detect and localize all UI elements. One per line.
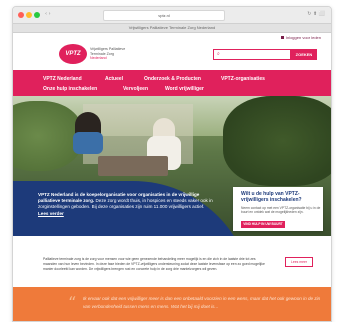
help-card-title: Wilt u de hulp van VPTZ-vrijwilligers in… <box>241 191 302 203</box>
help-card-body: Neem contact op met een VPTZ-organisatie… <box>241 206 321 215</box>
quote-section: “ Ik ervaar ook dat een vrijwilliger mee… <box>13 287 331 321</box>
quote-mark-icon: “ <box>68 293 77 312</box>
read-more-button[interactable]: Lees meer <box>285 257 313 267</box>
hero-read-more-link[interactable]: Lees verder <box>38 211 64 216</box>
find-help-button[interactable]: VIND HULP IN UW BUURT <box>241 221 285 228</box>
login-label: Inloggen voor leden <box>285 35 321 40</box>
nav-onze-hulp[interactable]: Onze hulp inschakelen <box>43 86 97 92</box>
logo-line-1: Vrijwilligers Palliatieve <box>90 47 126 51</box>
vptz-logo[interactable]: VPTZ <box>59 44 87 64</box>
lock-icon <box>280 36 284 40</box>
logo-line-3: Nederland <box>90 56 107 61</box>
login-link[interactable]: Inloggen voor leden <box>280 35 321 40</box>
main-nav: VPTZ Nederland Actueel Onderzoek & Produ… <box>13 70 331 96</box>
search-button[interactable]: ZOEKEN <box>291 49 317 60</box>
search-icon: ⌕ <box>217 51 220 57</box>
logo-text: Vrijwilligers Palliatieve Terminale Zorg… <box>90 47 125 61</box>
info-section: Palliatieve terminale zorg is de zorg vo… <box>13 239 331 287</box>
zoom-window-button[interactable] <box>34 12 40 18</box>
address-bar[interactable]: vptz.nl <box>103 10 225 21</box>
browser-titlebar: ‹ › vptz.nl ↻ ⬆ ⬜ <box>13 7 331 24</box>
search-input[interactable]: ⌕ <box>213 49 291 60</box>
nav-onderzoek-producten[interactable]: Onderzoek & Producten <box>144 76 201 82</box>
nav-vervoljeen[interactable]: Vervoljeen <box>123 86 148 92</box>
nav-vptz-nederland[interactable]: VPTZ Nederland <box>43 76 82 82</box>
hero-table <box>98 156 168 176</box>
back-forward-icon[interactable]: ‹ › <box>45 11 51 17</box>
hero-volunteer-shirt <box>73 132 103 154</box>
nav-word-vrijwilliger[interactable]: Word vrijwilliger <box>165 86 204 92</box>
toolbar-icons[interactable]: ↻ ⬆ ⬜ <box>307 11 325 17</box>
browser-window: ‹ › vptz.nl ↻ ⬆ ⬜ Vrijwilligers Palliati… <box>12 6 332 322</box>
site-header: VPTZ Vrijwilligers Palliatieve Terminale… <box>13 42 331 72</box>
browser-tab[interactable]: Vrijwilligers Palliatieve Terminale Zorg… <box>13 24 331 33</box>
quote-text: Ik ervaar ook dat een vrijwilliger meer … <box>83 296 321 309</box>
hero-volunteer <box>73 112 103 154</box>
hero-text: VPTZ Nederland is de koepelorganisatie v… <box>38 192 216 217</box>
hero-elderly-man <box>147 118 181 170</box>
nav-vptz-organisaties[interactable]: VPTZ-organisaties <box>221 76 265 82</box>
help-card: Wilt u de hulp van VPTZ-vrijwilligers in… <box>233 187 323 231</box>
minimize-window-button[interactable] <box>26 12 32 18</box>
hero-tree-right <box>223 96 331 186</box>
utility-bar: Inloggen voor leden <box>13 33 331 42</box>
close-window-button[interactable] <box>18 12 24 18</box>
nav-actueel[interactable]: Actueel <box>105 76 123 82</box>
info-text: Palliatieve terminale zorg is de zorg vo… <box>43 257 265 271</box>
